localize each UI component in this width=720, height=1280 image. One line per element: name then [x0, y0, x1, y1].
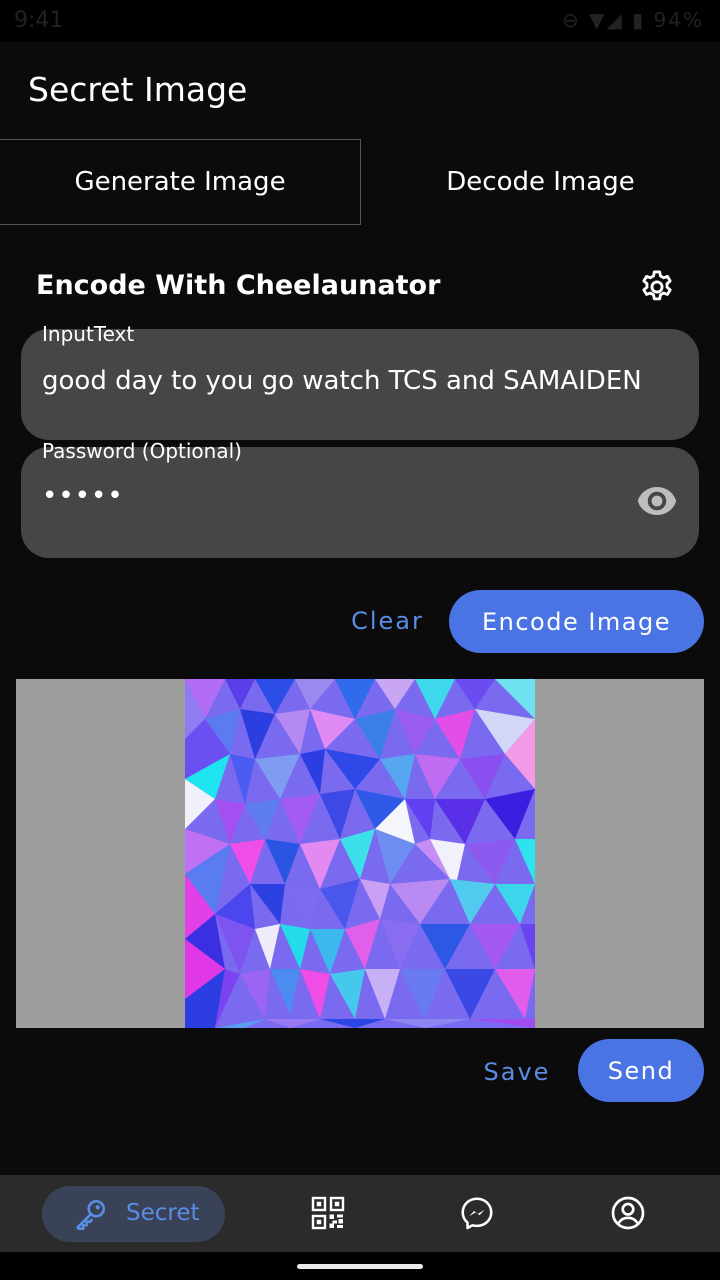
clear-button[interactable]: Clear [340, 600, 435, 642]
tab-bar: Generate Image Decode Image [0, 139, 720, 225]
password-label: Password (Optional) [42, 439, 242, 463]
home-indicator[interactable] [297, 1264, 423, 1269]
status-icons: ⊖ ▼◢ ▮ 94% [561, 8, 704, 32]
status-time: 9:41 [14, 8, 64, 33]
tab-decode-image[interactable]: Decode Image [361, 139, 720, 225]
nav-item-secret-label: Secret [126, 1200, 200, 1226]
account-circle-icon[interactable] [610, 1195, 646, 1231]
encode-image-button[interactable]: Encode Image [449, 590, 704, 653]
tab-generate-image[interactable]: Generate Image [0, 139, 361, 225]
password-value[interactable]: ••••• [21, 481, 124, 511]
bottom-navigation: Secret [0, 1175, 720, 1252]
section-title: Encode With Cheelaunator [36, 270, 441, 301]
encoded-image [185, 679, 535, 1028]
nav-item-secret[interactable]: Secret [42, 1186, 225, 1242]
messenger-icon[interactable] [459, 1195, 495, 1231]
send-button[interactable]: Send [578, 1039, 704, 1102]
status-bar: 9:41 ⊖ ▼◢ ▮ 94% [0, 0, 720, 42]
eye-icon[interactable] [636, 484, 678, 518]
gesture-bar [0, 1252, 720, 1280]
qr-code-icon[interactable] [310, 1195, 346, 1231]
app-title: Secret Image [28, 70, 248, 109]
key-icon [76, 1199, 106, 1230]
save-button[interactable]: Save [476, 1052, 558, 1092]
gear-icon[interactable] [638, 268, 676, 306]
input-text-value[interactable]: good day to you go watch TCS and SAMAIDE… [21, 366, 699, 396]
input-text-label: InputText [42, 322, 135, 346]
encoded-image-preview [16, 679, 704, 1028]
